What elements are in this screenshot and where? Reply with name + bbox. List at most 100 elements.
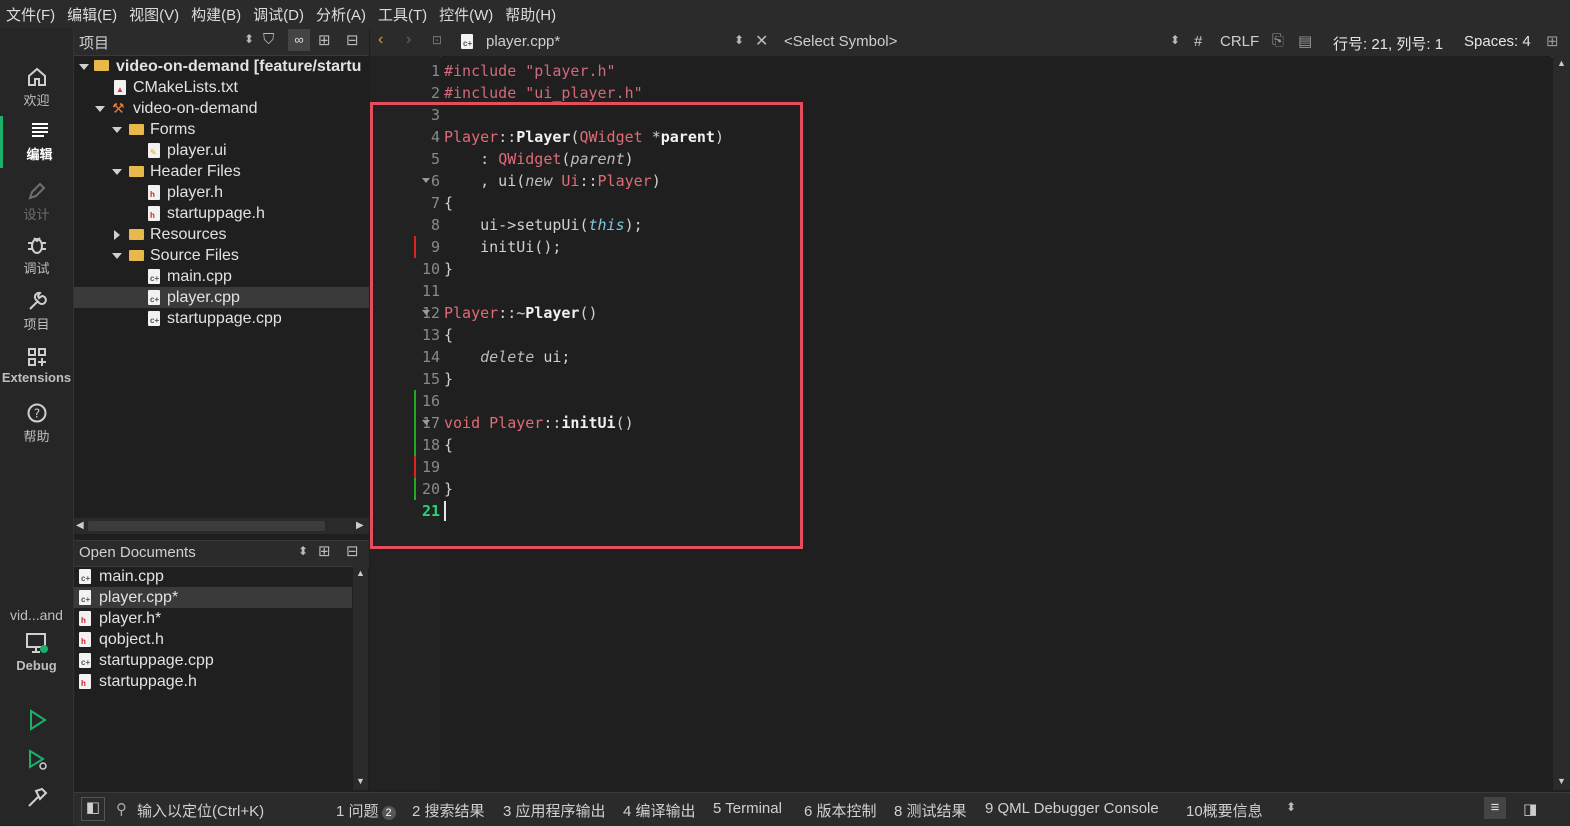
expand-arrow-icon[interactable] [95, 106, 105, 112]
mode-help[interactable]: ? 帮助 [0, 402, 73, 445]
current-file-name[interactable]: player.cpp* [486, 33, 560, 50]
collapse-panel-icon[interactable]: ⊟ [346, 31, 359, 49]
expand-arrow-icon[interactable] [112, 253, 122, 259]
filter-icon[interactable]: ⛉ [263, 31, 274, 48]
tree-node-headers[interactable]: Header Files [74, 161, 369, 182]
pane-application-output[interactable]: 3 应用程序输出 [503, 800, 606, 821]
menu-tools[interactable]: 工具(T) [372, 4, 433, 25]
open-docs-vertical-scrollbar[interactable]: ▲ ▼ [353, 566, 368, 790]
lock-icon[interactable]: ⊡ [432, 33, 442, 47]
toggle-right-sidebar-icon[interactable]: ◨ [1523, 800, 1537, 818]
split-editor-icon[interactable]: ⊞ [1546, 32, 1559, 50]
open-doc-item[interactable]: h qobject.h [74, 629, 352, 650]
tree-node-sources[interactable]: Source Files [74, 245, 369, 266]
pane-select-arrows-icon[interactable]: ⬍ [1286, 800, 1296, 814]
tree-node-player-cpp[interactable]: c+ player.cpp [74, 287, 369, 308]
mode-help-label: 帮助 [23, 429, 50, 444]
tree-node-startuppage-h[interactable]: h startuppage.h [74, 203, 369, 224]
menu-file[interactable]: 文件(F) [0, 4, 61, 25]
menu-debug[interactable]: 调试(D) [247, 4, 310, 25]
scroll-up-icon[interactable]: ▲ [356, 568, 365, 578]
tree-node-resources[interactable]: Resources [74, 224, 369, 245]
toggle-sidebar-icon[interactable]: ◧ [81, 797, 105, 821]
view-select-arrows-icon[interactable]: ⬍ [298, 544, 308, 558]
split-panel-icon[interactable]: ⊞ [318, 31, 331, 49]
tree-node-forms[interactable]: Forms [74, 119, 369, 140]
pane-version-control[interactable]: 6 版本控制 [804, 800, 877, 821]
mode-extensions[interactable]: Extensions [0, 346, 73, 385]
pane-search-results[interactable]: 2 搜索结果 [412, 800, 485, 821]
expand-arrow-icon[interactable] [112, 169, 122, 175]
tree-node-main-cpp[interactable]: c+ main.cpp [74, 266, 369, 287]
monitor-icon [25, 633, 48, 653]
mode-design-label: 设计 [23, 207, 50, 222]
indent-settings[interactable]: Spaces: 4 [1464, 33, 1531, 50]
open-doc-item[interactable]: h startuppage.h [74, 671, 352, 692]
menu-view[interactable]: 视图(V) [123, 4, 185, 25]
expand-arrow-icon[interactable] [112, 127, 122, 133]
split-panel-icon[interactable]: ⊞ [318, 542, 331, 560]
view-select-arrows-icon[interactable]: ⬍ [244, 32, 254, 46]
menu-edit[interactable]: 编辑(E) [61, 4, 123, 25]
tree-node-player-ui[interactable]: ✎ player.ui [74, 140, 369, 161]
pane-issues[interactable]: 1 问题 2 [336, 800, 396, 821]
pane-test-results[interactable]: 8 测试结果 [894, 800, 967, 821]
menu-widgets[interactable]: 控件(W) [433, 4, 499, 25]
open-doc-item[interactable]: c+ main.cpp [74, 566, 352, 587]
collapse-arrow-icon[interactable] [114, 230, 120, 240]
scroll-up-icon[interactable]: ▲ [1557, 58, 1566, 68]
code-token: "ui_player.h" [525, 84, 643, 102]
tree-node-startuppage-cpp[interactable]: c+ startuppage.cpp [74, 308, 369, 329]
link-with-editor-icon[interactable]: ∞ [288, 29, 310, 51]
tree-node-root[interactable]: video-on-demand [feature/startu [74, 56, 369, 77]
menu-help[interactable]: 帮助(H) [499, 4, 562, 25]
open-doc-item[interactable]: c+ player.cpp* [74, 587, 352, 608]
scroll-down-icon[interactable]: ▼ [356, 776, 365, 786]
tree-node-player-h[interactable]: h player.h [74, 182, 369, 203]
run-button[interactable] [0, 708, 73, 734]
mode-edit[interactable]: 编辑 [0, 116, 76, 168]
editor-vertical-scrollbar[interactable]: ▲ ▼ [1553, 56, 1570, 790]
locator-input[interactable]: 输入以定位(Ctrl+K) [137, 800, 264, 821]
menu-analyze[interactable]: 分析(A) [310, 4, 372, 25]
hash-button[interactable]: # [1194, 33, 1202, 50]
document-info-icon[interactable]: ▤ [1298, 32, 1312, 50]
mode-welcome[interactable]: 欢迎 [0, 66, 73, 109]
back-arrow-icon[interactable]: ‹ [378, 31, 383, 49]
pane-general-messages[interactable]: 10概要信息 [1186, 800, 1263, 821]
progress-details-icon[interactable]: ≡ [1484, 797, 1506, 819]
kit-selector[interactable]: Debug [0, 630, 73, 673]
pane-qml-debugger-console[interactable]: 9 QML Debugger Console [985, 800, 1159, 817]
tree-node-cmake[interactable]: ▲ CMakeLists.txt [74, 77, 369, 98]
symbol-selector[interactable]: <Select Symbol> [784, 33, 897, 50]
mode-debug[interactable]: 调试 [0, 234, 73, 277]
mode-projects-label: 项目 [23, 317, 50, 332]
folder-icon [129, 124, 144, 135]
tree-horizontal-scrollbar[interactable]: ◀ ▶ [74, 518, 369, 534]
build-button[interactable] [0, 786, 73, 812]
forward-arrow-icon[interactable]: › [406, 31, 411, 49]
symbol-select-arrows-icon[interactable]: ⬍ [1170, 33, 1180, 47]
expand-arrow-icon[interactable] [79, 64, 89, 70]
scroll-down-icon[interactable]: ▼ [1557, 776, 1566, 786]
debug-run-button[interactable] [0, 748, 73, 774]
scroll-right-icon[interactable]: ▶ [356, 520, 364, 531]
tree-node-target[interactable]: ⚒ video-on-demand [74, 98, 369, 119]
mode-projects[interactable]: 项目 [0, 290, 73, 333]
scroll-left-icon[interactable]: ◀ [76, 520, 84, 531]
encoding-icon[interactable]: ⎘ [1272, 32, 1284, 49]
open-doc-item[interactable]: h player.h* [74, 608, 352, 629]
mode-design[interactable]: 设计 [0, 180, 73, 223]
open-doc-item[interactable]: c+ startuppage.cpp [74, 650, 352, 671]
highlight-box [370, 102, 803, 549]
header-file-icon: h [148, 185, 160, 200]
line-ending-selector[interactable]: CRLF [1220, 33, 1259, 50]
menu-build[interactable]: 构建(B) [185, 4, 247, 25]
pane-terminal[interactable]: 5 Terminal [713, 800, 782, 817]
file-select-arrows-icon[interactable]: ⬍ [734, 33, 744, 47]
collapse-panel-icon[interactable]: ⊟ [346, 542, 359, 560]
close-document-icon[interactable]: ✕ [755, 31, 768, 51]
cursor-position[interactable]: 行号: 21, 列号: 1 [1333, 33, 1443, 54]
pane-compile-output[interactable]: 4 编译输出 [623, 800, 696, 821]
scrollbar-thumb[interactable] [88, 521, 325, 531]
